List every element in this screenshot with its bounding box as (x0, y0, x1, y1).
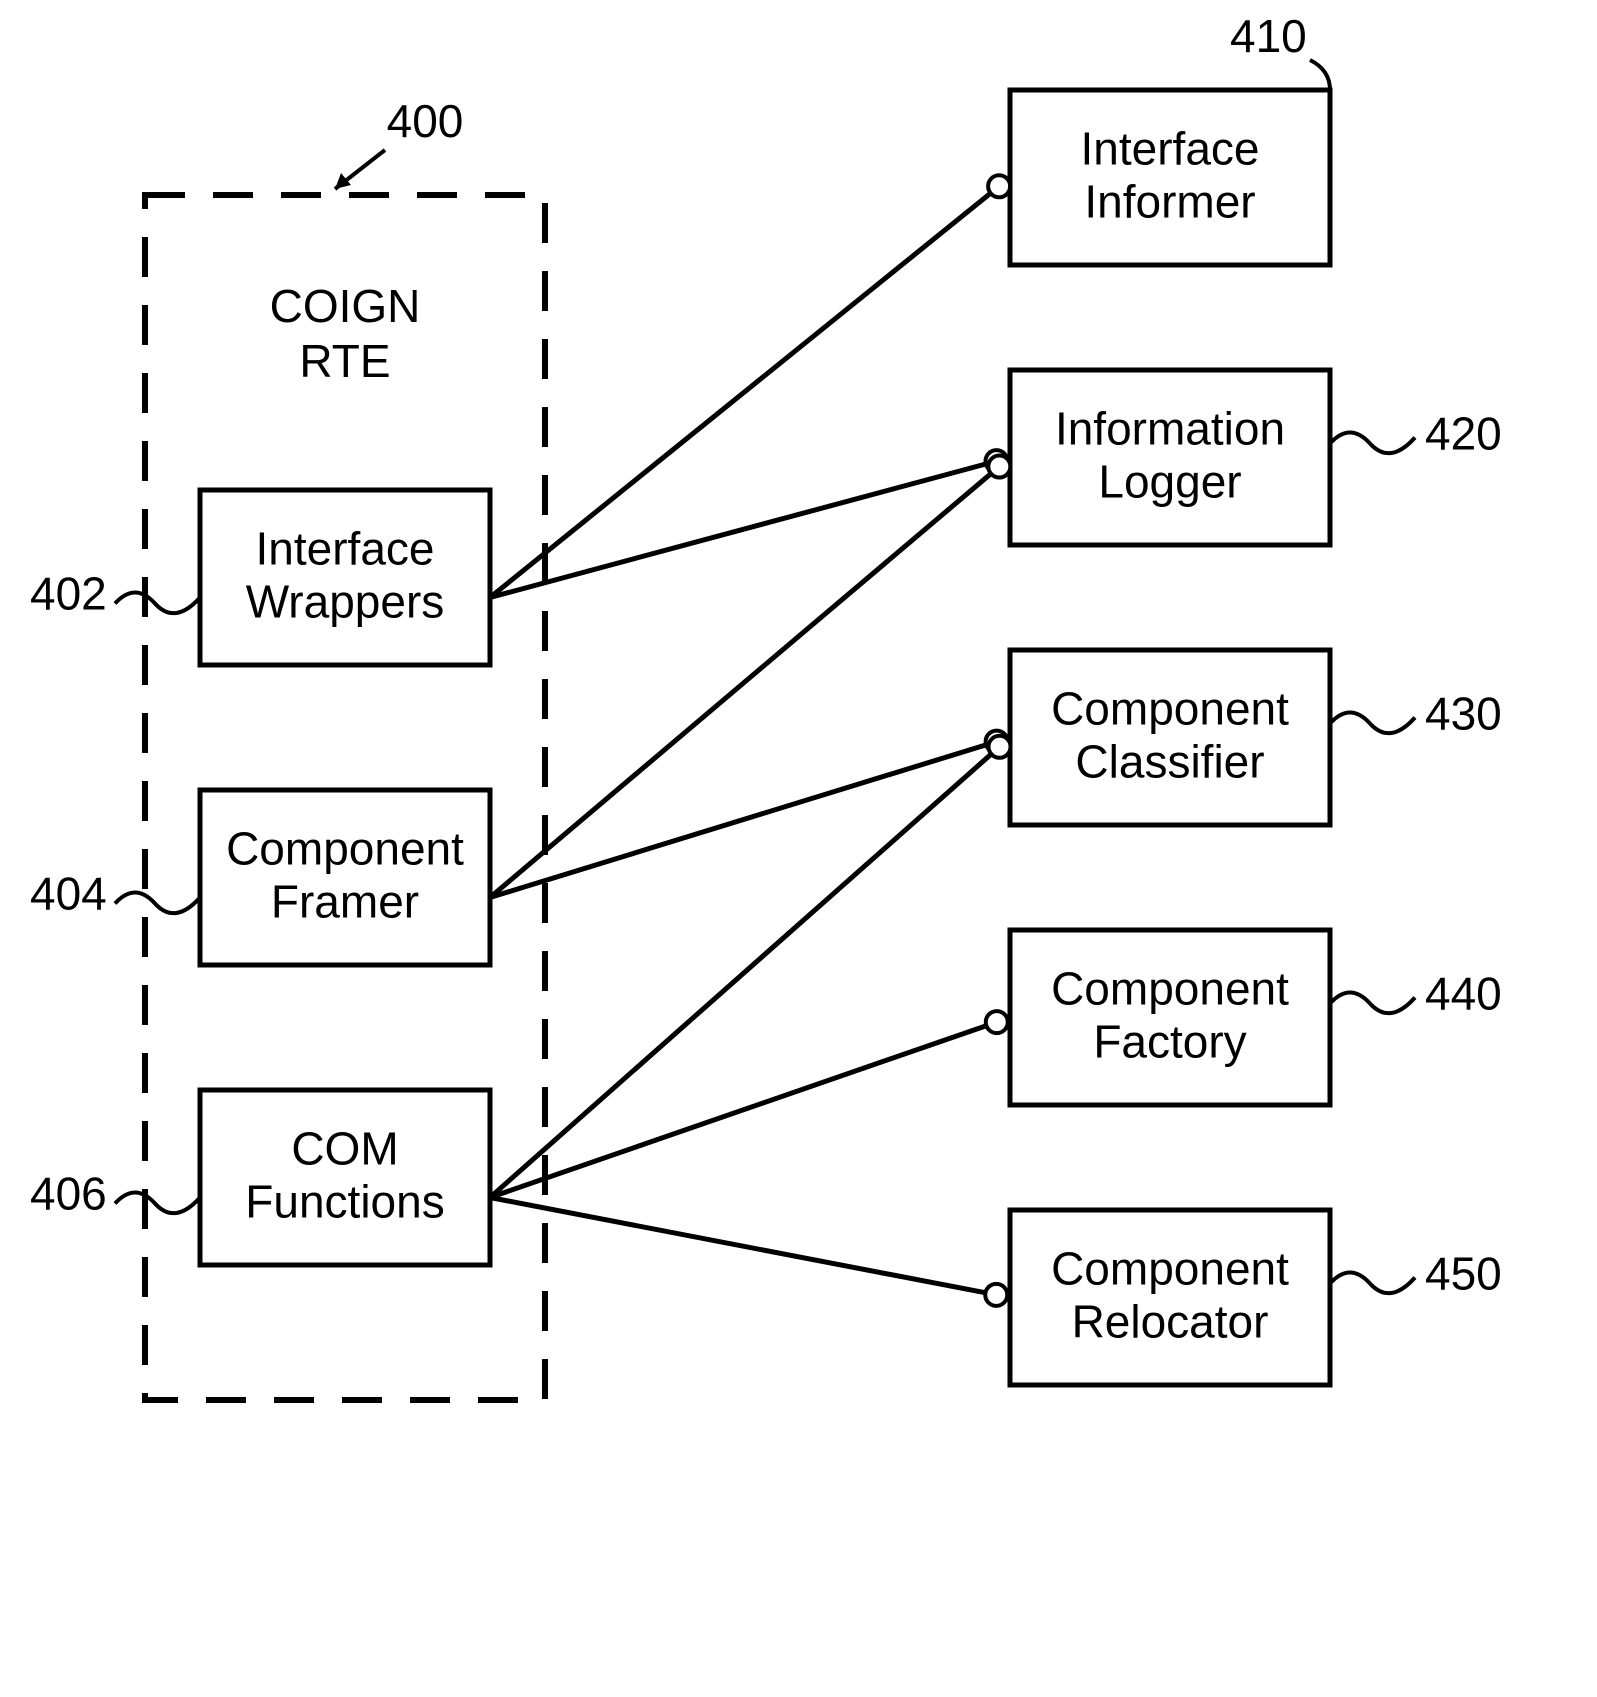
ref-450-leader (1330, 1273, 1415, 1294)
ref-402-leader (115, 593, 200, 614)
label-information-logger-2: Logger (1098, 456, 1241, 508)
edge-com-functions-to-component-factory-head-icon (986, 1011, 1008, 1033)
label-component-relocator-1: Component (1051, 1243, 1289, 1295)
ref-404-leader (115, 893, 200, 914)
label-component-classifier-1: Component (1051, 683, 1289, 735)
ref-440-leader (1330, 993, 1415, 1014)
ref-400-leader-head (335, 173, 351, 189)
ref-402: 402 (30, 568, 107, 620)
ref-440: 440 (1425, 968, 1502, 1020)
ref-404: 404 (30, 868, 107, 920)
edge-interface-wrappers-to-interface-informer (490, 186, 999, 597)
edge-com-functions-to-component-classifier-head-icon (989, 736, 1011, 758)
edge-com-functions-to-component-classifier (490, 747, 1000, 1198)
coign-rte-diagram: COIGNRTE400InterfaceWrappers402Component… (0, 0, 1597, 1697)
ref-410-leader (1310, 60, 1330, 90)
label-component-classifier-2: Classifier (1075, 736, 1264, 788)
label-com-functions-1: COM (291, 1123, 398, 1175)
edge-interface-wrappers-to-interface-informer-head-icon (988, 175, 1010, 197)
label-information-logger-1: Information (1055, 403, 1285, 455)
edge-com-functions-to-component-relocator (490, 1198, 996, 1295)
edge-com-functions-to-component-relocator-head-icon (985, 1284, 1007, 1306)
ref-430-leader (1330, 713, 1415, 734)
edge-com-functions-to-component-factory (490, 1022, 997, 1197)
ref-400: 400 (387, 95, 464, 147)
ref-420: 420 (1425, 408, 1502, 460)
label-com-functions-2: Functions (245, 1176, 444, 1228)
coign-rte-title-line2: RTE (299, 335, 390, 387)
ref-406-leader (115, 1193, 200, 1214)
ref-430: 430 (1425, 688, 1502, 740)
label-interface-informer-1: Interface (1081, 123, 1260, 175)
label-component-framer-2: Framer (271, 876, 419, 928)
ref-420-leader (1330, 433, 1415, 454)
label-component-framer-1: Component (226, 823, 464, 875)
label-interface-informer-2: Informer (1084, 176, 1255, 228)
edge-interface-wrappers-to-information-logger (490, 461, 996, 597)
ref-406: 406 (30, 1168, 107, 1220)
edge-component-framer-to-information-logger-head-icon (988, 456, 1010, 478)
label-component-relocator-2: Relocator (1072, 1296, 1269, 1348)
coign-rte-title-line1: COIGN (270, 280, 421, 332)
label-interface-wrappers-1: Interface (256, 523, 435, 575)
label-component-factory-1: Component (1051, 963, 1289, 1015)
ref-450: 450 (1425, 1248, 1502, 1300)
label-component-factory-2: Factory (1093, 1016, 1246, 1068)
ref-410: 410 (1230, 10, 1307, 62)
label-interface-wrappers-2: Wrappers (246, 576, 445, 628)
